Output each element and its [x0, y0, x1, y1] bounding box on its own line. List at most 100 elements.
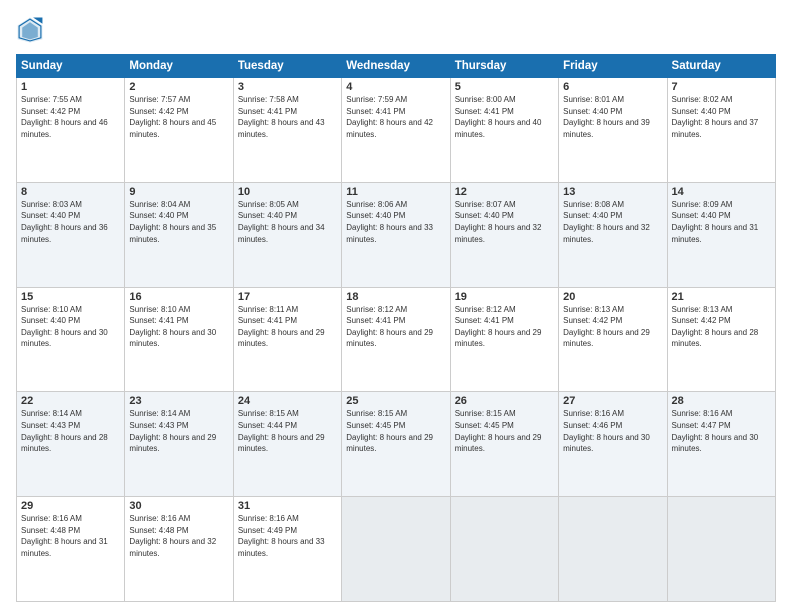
- day-detail: Sunrise: 8:03 AMSunset: 4:40 PMDaylight:…: [21, 199, 120, 245]
- calendar-page: SundayMondayTuesdayWednesdayThursdayFrid…: [0, 0, 792, 612]
- day-number: 11: [346, 186, 445, 198]
- calendar-cell: 2Sunrise: 7:57 AMSunset: 4:42 PMDaylight…: [125, 78, 233, 183]
- calendar-cell: 13Sunrise: 8:08 AMSunset: 4:40 PMDayligh…: [559, 182, 667, 287]
- day-number: 25: [346, 395, 445, 407]
- day-detail: Sunrise: 8:16 AMSunset: 4:46 PMDaylight:…: [563, 408, 662, 454]
- day-number: 20: [563, 291, 662, 303]
- calendar-week-1: 1Sunrise: 7:55 AMSunset: 4:42 PMDaylight…: [17, 78, 776, 183]
- day-detail: Sunrise: 8:15 AMSunset: 4:45 PMDaylight:…: [346, 408, 445, 454]
- day-detail: Sunrise: 8:07 AMSunset: 4:40 PMDaylight:…: [455, 199, 554, 245]
- calendar-cell: 26Sunrise: 8:15 AMSunset: 4:45 PMDayligh…: [450, 392, 558, 497]
- calendar-cell: 4Sunrise: 7:59 AMSunset: 4:41 PMDaylight…: [342, 78, 450, 183]
- calendar-cell: 25Sunrise: 8:15 AMSunset: 4:45 PMDayligh…: [342, 392, 450, 497]
- calendar-cell: 29Sunrise: 8:16 AMSunset: 4:48 PMDayligh…: [17, 497, 125, 602]
- calendar-cell: 15Sunrise: 8:10 AMSunset: 4:40 PMDayligh…: [17, 287, 125, 392]
- day-detail: Sunrise: 8:16 AMSunset: 4:49 PMDaylight:…: [238, 513, 337, 559]
- day-detail: Sunrise: 8:12 AMSunset: 4:41 PMDaylight:…: [455, 304, 554, 350]
- day-number: 15: [21, 291, 120, 303]
- day-detail: Sunrise: 8:08 AMSunset: 4:40 PMDaylight:…: [563, 199, 662, 245]
- day-number: 26: [455, 395, 554, 407]
- header-day-monday: Monday: [125, 55, 233, 78]
- calendar-cell: 27Sunrise: 8:16 AMSunset: 4:46 PMDayligh…: [559, 392, 667, 497]
- logo-icon: [16, 16, 44, 44]
- day-number: 16: [129, 291, 228, 303]
- day-detail: Sunrise: 7:59 AMSunset: 4:41 PMDaylight:…: [346, 94, 445, 140]
- day-number: 10: [238, 186, 337, 198]
- day-number: 7: [672, 81, 771, 93]
- calendar-cell: 9Sunrise: 8:04 AMSunset: 4:40 PMDaylight…: [125, 182, 233, 287]
- calendar-cell: 3Sunrise: 7:58 AMSunset: 4:41 PMDaylight…: [233, 78, 341, 183]
- day-detail: Sunrise: 8:16 AMSunset: 4:48 PMDaylight:…: [21, 513, 120, 559]
- day-detail: Sunrise: 8:14 AMSunset: 4:43 PMDaylight:…: [129, 408, 228, 454]
- day-number: 27: [563, 395, 662, 407]
- day-detail: Sunrise: 8:05 AMSunset: 4:40 PMDaylight:…: [238, 199, 337, 245]
- calendar-cell: 23Sunrise: 8:14 AMSunset: 4:43 PMDayligh…: [125, 392, 233, 497]
- calendar-week-3: 15Sunrise: 8:10 AMSunset: 4:40 PMDayligh…: [17, 287, 776, 392]
- day-number: 14: [672, 186, 771, 198]
- day-detail: Sunrise: 8:06 AMSunset: 4:40 PMDaylight:…: [346, 199, 445, 245]
- day-number: 30: [129, 500, 228, 512]
- header-day-saturday: Saturday: [667, 55, 775, 78]
- day-number: 22: [21, 395, 120, 407]
- day-number: 29: [21, 500, 120, 512]
- calendar-cell: [559, 497, 667, 602]
- day-number: 9: [129, 186, 228, 198]
- day-detail: Sunrise: 8:15 AMSunset: 4:44 PMDaylight:…: [238, 408, 337, 454]
- calendar-cell: 30Sunrise: 8:16 AMSunset: 4:48 PMDayligh…: [125, 497, 233, 602]
- day-detail: Sunrise: 8:04 AMSunset: 4:40 PMDaylight:…: [129, 199, 228, 245]
- day-detail: Sunrise: 8:15 AMSunset: 4:45 PMDaylight:…: [455, 408, 554, 454]
- day-detail: Sunrise: 8:16 AMSunset: 4:48 PMDaylight:…: [129, 513, 228, 559]
- day-number: 4: [346, 81, 445, 93]
- calendar-cell: 11Sunrise: 8:06 AMSunset: 4:40 PMDayligh…: [342, 182, 450, 287]
- calendar-cell: 31Sunrise: 8:16 AMSunset: 4:49 PMDayligh…: [233, 497, 341, 602]
- calendar-cell: 6Sunrise: 8:01 AMSunset: 4:40 PMDaylight…: [559, 78, 667, 183]
- day-number: 8: [21, 186, 120, 198]
- day-detail: Sunrise: 8:12 AMSunset: 4:41 PMDaylight:…: [346, 304, 445, 350]
- calendar-week-4: 22Sunrise: 8:14 AMSunset: 4:43 PMDayligh…: [17, 392, 776, 497]
- day-number: 3: [238, 81, 337, 93]
- day-number: 5: [455, 81, 554, 93]
- calendar-week-5: 29Sunrise: 8:16 AMSunset: 4:48 PMDayligh…: [17, 497, 776, 602]
- day-detail: Sunrise: 7:55 AMSunset: 4:42 PMDaylight:…: [21, 94, 120, 140]
- day-detail: Sunrise: 8:14 AMSunset: 4:43 PMDaylight:…: [21, 408, 120, 454]
- day-number: 24: [238, 395, 337, 407]
- day-number: 12: [455, 186, 554, 198]
- day-detail: Sunrise: 8:16 AMSunset: 4:47 PMDaylight:…: [672, 408, 771, 454]
- day-number: 23: [129, 395, 228, 407]
- day-number: 13: [563, 186, 662, 198]
- day-number: 1: [21, 81, 120, 93]
- calendar-cell: 12Sunrise: 8:07 AMSunset: 4:40 PMDayligh…: [450, 182, 558, 287]
- header-day-tuesday: Tuesday: [233, 55, 341, 78]
- header-day-thursday: Thursday: [450, 55, 558, 78]
- day-number: 31: [238, 500, 337, 512]
- calendar-cell: 18Sunrise: 8:12 AMSunset: 4:41 PMDayligh…: [342, 287, 450, 392]
- header-day-friday: Friday: [559, 55, 667, 78]
- calendar-cell: 17Sunrise: 8:11 AMSunset: 4:41 PMDayligh…: [233, 287, 341, 392]
- calendar-cell: [450, 497, 558, 602]
- day-detail: Sunrise: 7:57 AMSunset: 4:42 PMDaylight:…: [129, 94, 228, 140]
- header-day-wednesday: Wednesday: [342, 55, 450, 78]
- calendar-cell: 7Sunrise: 8:02 AMSunset: 4:40 PMDaylight…: [667, 78, 775, 183]
- header: [16, 16, 776, 44]
- day-number: 17: [238, 291, 337, 303]
- day-detail: Sunrise: 8:13 AMSunset: 4:42 PMDaylight:…: [563, 304, 662, 350]
- calendar-cell: 24Sunrise: 8:15 AMSunset: 4:44 PMDayligh…: [233, 392, 341, 497]
- day-detail: Sunrise: 8:10 AMSunset: 4:40 PMDaylight:…: [21, 304, 120, 350]
- header-row: SundayMondayTuesdayWednesdayThursdayFrid…: [17, 55, 776, 78]
- calendar-cell: 8Sunrise: 8:03 AMSunset: 4:40 PMDaylight…: [17, 182, 125, 287]
- calendar-cell: 5Sunrise: 8:00 AMSunset: 4:41 PMDaylight…: [450, 78, 558, 183]
- calendar-cell: 22Sunrise: 8:14 AMSunset: 4:43 PMDayligh…: [17, 392, 125, 497]
- day-number: 19: [455, 291, 554, 303]
- calendar-body: 1Sunrise: 7:55 AMSunset: 4:42 PMDaylight…: [17, 78, 776, 602]
- calendar-cell: [667, 497, 775, 602]
- day-detail: Sunrise: 8:10 AMSunset: 4:41 PMDaylight:…: [129, 304, 228, 350]
- day-number: 18: [346, 291, 445, 303]
- day-number: 6: [563, 81, 662, 93]
- logo: [16, 16, 46, 44]
- day-detail: Sunrise: 8:09 AMSunset: 4:40 PMDaylight:…: [672, 199, 771, 245]
- day-detail: Sunrise: 8:00 AMSunset: 4:41 PMDaylight:…: [455, 94, 554, 140]
- calendar-cell: [342, 497, 450, 602]
- day-detail: Sunrise: 8:11 AMSunset: 4:41 PMDaylight:…: [238, 304, 337, 350]
- day-number: 28: [672, 395, 771, 407]
- calendar-week-2: 8Sunrise: 8:03 AMSunset: 4:40 PMDaylight…: [17, 182, 776, 287]
